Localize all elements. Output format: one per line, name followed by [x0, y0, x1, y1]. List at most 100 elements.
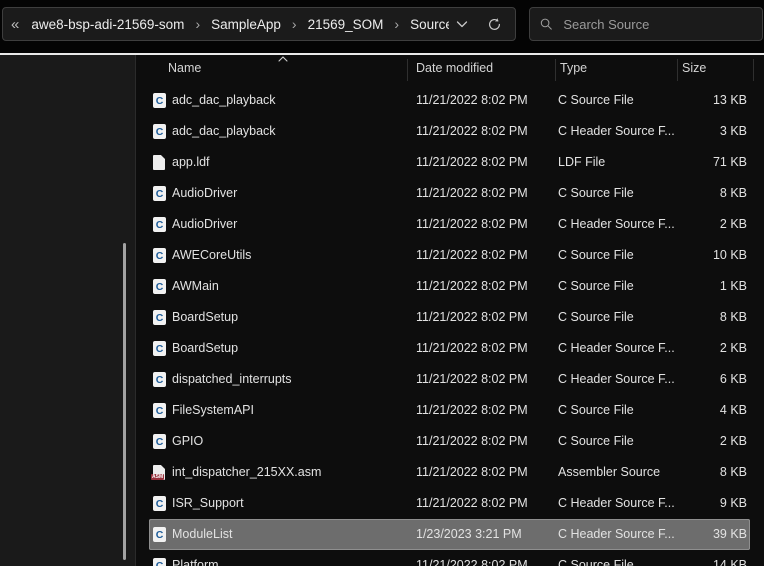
file-size: 8 KB [655, 302, 747, 333]
file-row[interactable]: C adc_dac_playback 11/21/2022 8:02 PM C … [149, 116, 750, 147]
file-date-modified: 11/21/2022 8:02 PM [416, 364, 528, 395]
column-resize-handle[interactable] [753, 59, 754, 81]
address-bar[interactable]: « awe8-bsp-adi-21569-som›SampleApp›21569… [2, 7, 516, 41]
file-name: BoardSetup [172, 302, 238, 333]
column-resize-handle[interactable] [407, 59, 408, 81]
file-list-pane: Name Date modified Type Size C adc_dac_p… [136, 55, 764, 566]
navigation-pane [0, 55, 135, 566]
file-row[interactable]: app.ldf 11/21/2022 8:02 PM LDF File 71 K… [149, 147, 750, 178]
file-size: 3 KB [655, 116, 747, 147]
breadcrumb-item[interactable]: Source [406, 15, 449, 34]
file-size: 2 KB [655, 209, 747, 240]
breadcrumb-separator-icon[interactable]: › [387, 17, 406, 31]
file-date-modified: 11/21/2022 8:02 PM [416, 178, 528, 209]
file-date-modified: 11/21/2022 8:02 PM [416, 333, 528, 364]
c-file-icon: C [153, 310, 166, 325]
file-date-modified: 11/21/2022 8:02 PM [416, 426, 528, 457]
file-name: int_dispatcher_215XX.asm [172, 457, 321, 488]
c-file-icon: C [153, 403, 166, 418]
file-name: Platform [172, 550, 219, 566]
c-file-icon: C [153, 124, 166, 139]
file-date-modified: 11/21/2022 8:02 PM [416, 457, 528, 488]
document-file-icon [153, 155, 165, 170]
file-type-icon: C [153, 341, 166, 356]
file-type-icon [153, 155, 166, 170]
column-header-date[interactable]: Date modified [416, 61, 493, 75]
file-name: AudioDriver [172, 209, 237, 240]
file-row[interactable]: C adc_dac_playback 11/21/2022 8:02 PM C … [149, 85, 750, 116]
sort-ascending-icon[interactable] [278, 56, 288, 62]
file-type-icon: ASM [153, 465, 166, 480]
file-size: 1 KB [655, 271, 747, 302]
breadcrumb-separator-icon[interactable]: › [285, 17, 304, 31]
file-size: 2 KB [655, 426, 747, 457]
breadcrumb-item[interactable]: SampleApp [207, 15, 285, 34]
asm-badge: ASM [151, 474, 164, 480]
back-chevrons-icon[interactable]: « [11, 17, 19, 32]
c-file-icon: C [153, 93, 166, 108]
file-row[interactable]: C AudioDriver 11/21/2022 8:02 PM C Sourc… [149, 178, 750, 209]
breadcrumb-item[interactable]: 21569_SOM [304, 15, 388, 34]
file-type-icon: C [153, 403, 166, 418]
file-row[interactable]: C AWECoreUtils 11/21/2022 8:02 PM C Sour… [149, 240, 750, 271]
file-name: app.ldf [172, 147, 210, 178]
c-file-icon: C [153, 496, 166, 511]
breadcrumb-separator-icon[interactable]: › [188, 17, 207, 31]
file-type-icon: C [153, 496, 166, 511]
search-input[interactable] [561, 16, 752, 33]
file-type-icon: C [153, 527, 166, 542]
column-header-name[interactable]: Name [168, 61, 201, 75]
file-date-modified: 11/21/2022 8:02 PM [416, 116, 528, 147]
file-type-icon: C [153, 248, 166, 263]
c-file-icon: C [153, 248, 166, 263]
file-size: 13 KB [655, 85, 747, 116]
file-row[interactable]: C BoardSetup 11/21/2022 8:02 PM C Header… [149, 333, 750, 364]
file-date-modified: 11/21/2022 8:02 PM [416, 271, 528, 302]
file-name: AWECoreUtils [172, 240, 251, 271]
file-type-icon: C [153, 124, 166, 139]
file-type-icon: C [153, 558, 166, 566]
file-size: 39 KB [655, 519, 747, 550]
file-size: 9 KB [655, 488, 747, 519]
file-type-icon: C [153, 279, 166, 294]
file-name: ISR_Support [172, 488, 244, 519]
file-row[interactable]: C dispatched_interrupts 11/21/2022 8:02 … [149, 364, 750, 395]
column-header-type[interactable]: Type [560, 61, 587, 75]
file-date-modified: 11/21/2022 8:02 PM [416, 395, 528, 426]
file-type-icon: C [153, 372, 166, 387]
breadcrumb-item[interactable]: awe8-bsp-adi-21569-som [27, 15, 188, 34]
c-file-icon: C [153, 527, 166, 542]
file-name: FileSystemAPI [172, 395, 254, 426]
file-name: ModuleList [172, 519, 232, 550]
file-explorer-window: « awe8-bsp-adi-21569-som›SampleApp›21569… [0, 0, 764, 566]
file-type-icon: C [153, 434, 166, 449]
column-resize-handle[interactable] [677, 59, 678, 81]
file-row-selected[interactable]: C ModuleList 1/23/2023 3:21 PM C Header … [149, 519, 750, 550]
file-row[interactable]: ASM int_dispatcher_215XX.asm 11/21/2022 … [149, 457, 750, 488]
nav-scrollbar-thumb[interactable] [123, 243, 126, 560]
file-row[interactable]: C FileSystemAPI 11/21/2022 8:02 PM C Sou… [149, 395, 750, 426]
file-name: adc_dac_playback [172, 116, 276, 147]
toolbar: « awe8-bsp-adi-21569-som›SampleApp›21569… [0, 0, 764, 53]
file-date-modified: 11/21/2022 8:02 PM [416, 240, 528, 271]
search-box[interactable] [529, 7, 763, 41]
column-resize-handle[interactable] [555, 59, 556, 81]
file-row[interactable]: C ISR_Support 11/21/2022 8:02 PM C Heade… [149, 488, 750, 519]
file-row[interactable]: C AudioDriver 11/21/2022 8:02 PM C Heade… [149, 209, 750, 240]
file-name: dispatched_interrupts [172, 364, 292, 395]
column-header-size[interactable]: Size [682, 61, 706, 75]
column-header-row: Name Date modified Type Size [136, 55, 764, 84]
file-type-icon: C [153, 186, 166, 201]
file-name: BoardSetup [172, 333, 238, 364]
file-row[interactable]: C BoardSetup 11/21/2022 8:02 PM C Source… [149, 302, 750, 333]
refresh-icon[interactable] [481, 11, 507, 37]
file-size: 8 KB [655, 457, 747, 488]
search-icon [540, 17, 552, 31]
file-date-modified: 11/21/2022 8:02 PM [416, 302, 528, 333]
file-row[interactable]: C AWMain 11/21/2022 8:02 PM C Source Fil… [149, 271, 750, 302]
file-size: 6 KB [655, 364, 747, 395]
file-row[interactable]: C GPIO 11/21/2022 8:02 PM C Source File … [149, 426, 750, 457]
file-size: 4 KB [655, 395, 747, 426]
file-row[interactable]: C Platform 11/21/2022 8:02 PM C Source F… [149, 550, 750, 566]
address-dropdown-chevron-icon[interactable] [449, 11, 475, 37]
